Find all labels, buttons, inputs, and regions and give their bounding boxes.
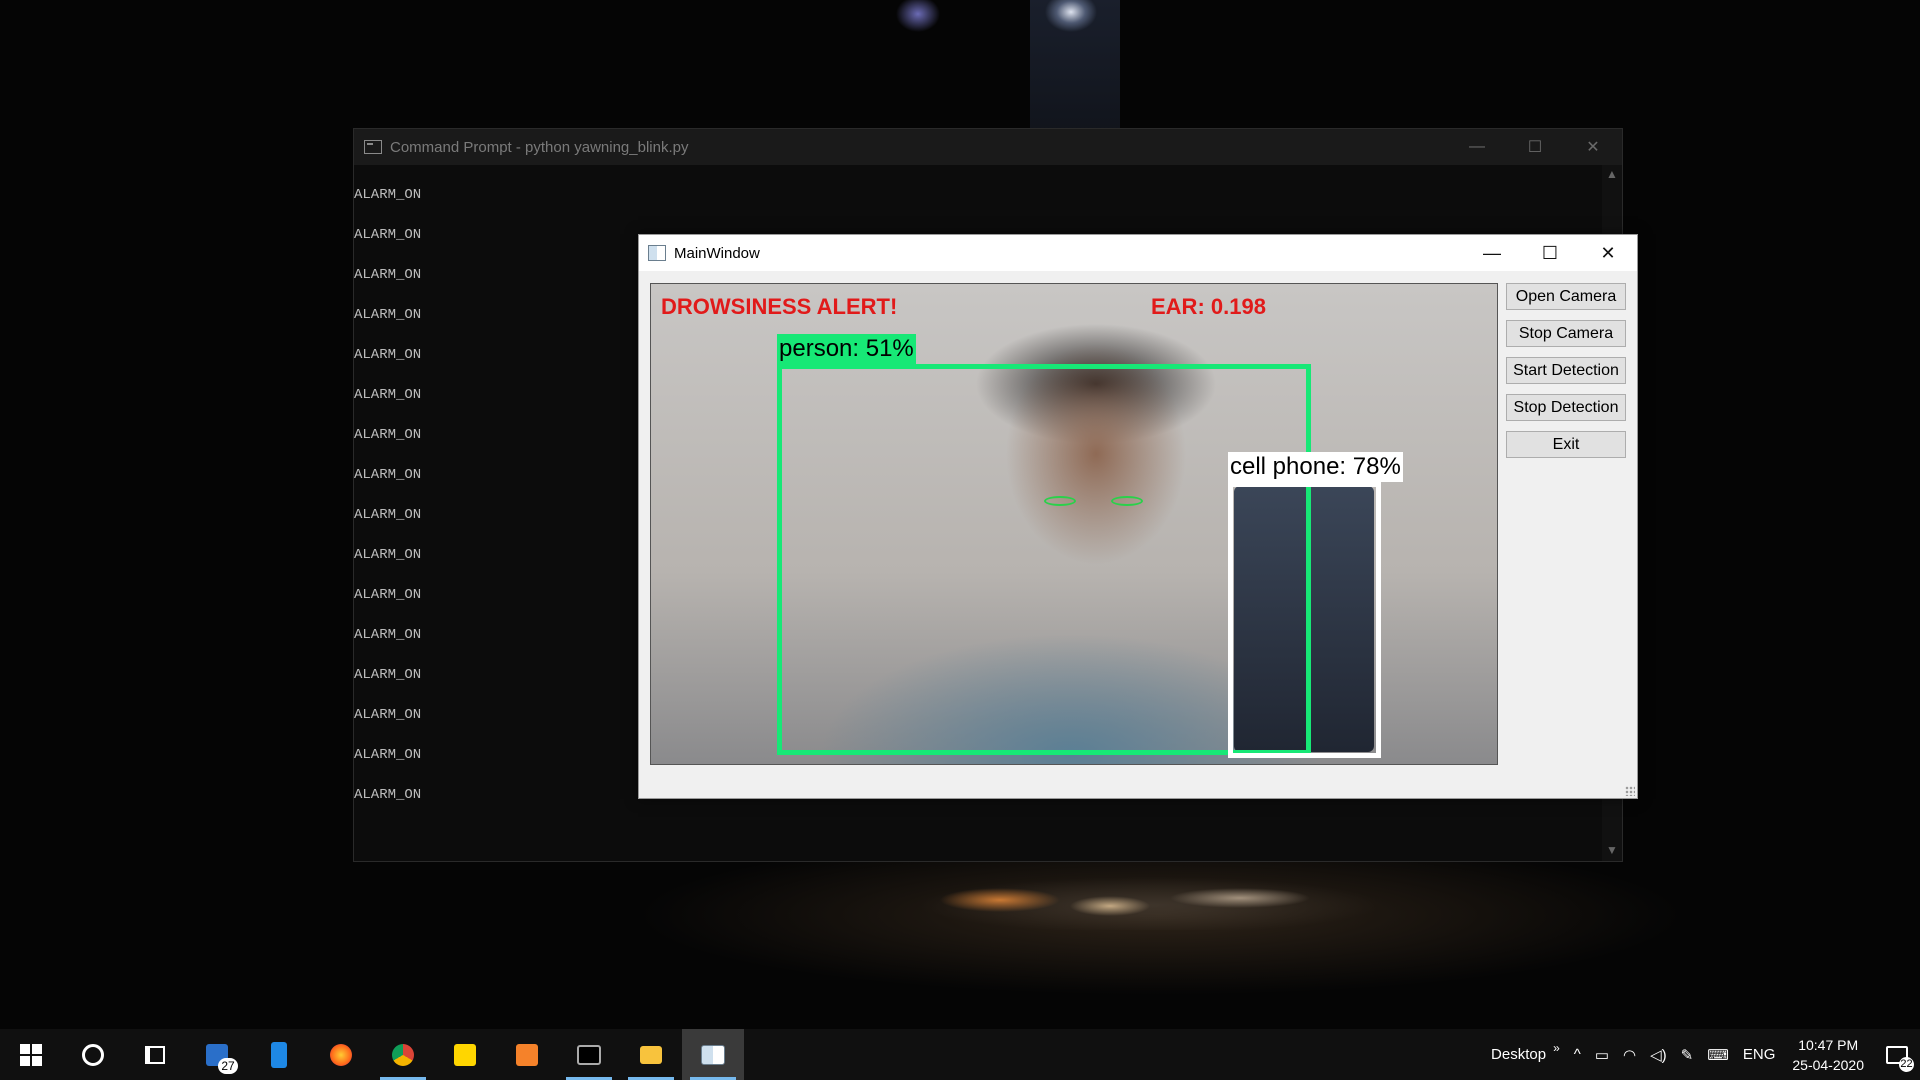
- taskbar-notepad[interactable]: [248, 1029, 310, 1080]
- cmd-titlebar[interactable]: Command Prompt - python yawning_blink.py…: [354, 129, 1622, 165]
- battery-icon[interactable]: ▭: [1588, 1046, 1616, 1064]
- main-close-button[interactable]: ✕: [1579, 243, 1637, 264]
- cmd-title: Command Prompt - python yawning_blink.py: [390, 138, 689, 156]
- taskbar-chrome[interactable]: [372, 1029, 434, 1080]
- keyboard-icon[interactable]: ⌨: [1700, 1046, 1736, 1064]
- system-tray: Desktop » ^ ▭ ◠ ◁) ✎ ⌨ ENG 10:47 PM 25-0…: [1484, 1029, 1920, 1080]
- main-minimize-button[interactable]: —: [1463, 243, 1521, 264]
- drowsiness-alert-text: DROWSINESS ALERT!: [661, 294, 898, 319]
- left-eye-contour: [1044, 496, 1076, 506]
- phone-detection-box: [1228, 482, 1381, 758]
- notepad-icon: [271, 1041, 287, 1068]
- main-window[interactable]: MainWindow — ☐ ✕ DROWSINESS ALERT! EAR: …: [638, 234, 1638, 799]
- clock-date: 25-04-2020: [1792, 1056, 1864, 1073]
- main-titlebar[interactable]: MainWindow — ☐ ✕: [639, 235, 1637, 271]
- main-maximize-button[interactable]: ☐: [1521, 243, 1579, 264]
- task-view-button[interactable]: [124, 1029, 186, 1080]
- taskbar: 27 Desktop » ^ ▭ ◠ ◁) ✎ ⌨ ENG 10:47 PM 2…: [0, 1029, 1920, 1080]
- sticky-notes-icon: [454, 1043, 476, 1066]
- phone-detection-label: cell phone: 78%: [1228, 452, 1403, 482]
- cmd-close-button[interactable]: ✕: [1564, 137, 1622, 157]
- command-prompt-icon: [577, 1044, 601, 1065]
- desktop-toolbar-label[interactable]: Desktop: [1484, 1046, 1553, 1063]
- right-eye-contour: [1111, 496, 1143, 506]
- taskbar-mainwindow[interactable]: [682, 1029, 744, 1080]
- open-camera-button[interactable]: Open Camera: [1506, 283, 1626, 310]
- app-window-icon: [701, 1044, 725, 1065]
- firefox-icon: [330, 1043, 352, 1066]
- language-indicator[interactable]: ENG: [1736, 1046, 1783, 1063]
- clock-time: 10:47 PM: [1798, 1036, 1859, 1053]
- wallpaper-desk-lights: [910, 870, 1390, 930]
- main-title: MainWindow: [674, 244, 760, 262]
- cmd-maximize-button[interactable]: ☐: [1506, 137, 1564, 157]
- pen-icon[interactable]: ✎: [1674, 1046, 1701, 1064]
- exit-button[interactable]: Exit: [1506, 431, 1626, 458]
- toolbar-chevron-icon[interactable]: »: [1553, 1041, 1567, 1055]
- control-panel: Open Camera Stop Camera Start Detection …: [1506, 283, 1628, 468]
- taskbar-sticky-notes[interactable]: [434, 1029, 496, 1080]
- stop-detection-button[interactable]: Stop Detection: [1506, 394, 1626, 421]
- terminal-icon: [364, 140, 382, 154]
- resize-grip[interactable]: [1625, 786, 1635, 796]
- person-detection-label: person: 51%: [777, 334, 916, 364]
- stop-camera-button[interactable]: Stop Camera: [1506, 320, 1626, 347]
- search-button[interactable]: [62, 1029, 124, 1080]
- taskbar-command-prompt[interactable]: [558, 1029, 620, 1080]
- clock[interactable]: 10:47 PM 25-04-2020: [1782, 1035, 1874, 1075]
- taskbar-file-explorer[interactable]: [620, 1029, 682, 1080]
- task-view-icon: [145, 1045, 165, 1064]
- show-hidden-icons-button[interactable]: ^: [1567, 1046, 1588, 1063]
- folder-icon: [640, 1045, 662, 1064]
- notification-count-badge: 22: [1899, 1057, 1914, 1072]
- cortana-icon: [82, 1043, 104, 1066]
- cmd-line: ALARM_ON: [354, 187, 422, 203]
- camera-feed: DROWSINESS ALERT! EAR: 0.198 person: 51%…: [650, 283, 1498, 765]
- taskbar-mail[interactable]: 27: [186, 1029, 248, 1080]
- volume-icon[interactable]: ◁): [1643, 1046, 1674, 1064]
- mail-badge: 27: [218, 1058, 238, 1074]
- windows-logo-icon: [20, 1043, 42, 1066]
- scroll-down-arrow-icon[interactable]: ▼: [1602, 843, 1622, 857]
- app-window-icon: [648, 245, 666, 261]
- xampp-icon: [516, 1043, 538, 1066]
- start-detection-button[interactable]: Start Detection: [1506, 357, 1626, 384]
- chrome-icon: [392, 1043, 414, 1066]
- taskbar-xampp[interactable]: [496, 1029, 558, 1080]
- wifi-icon[interactable]: ◠: [1616, 1046, 1643, 1064]
- cmd-minimize-button[interactable]: —: [1448, 138, 1506, 156]
- scroll-up-arrow-icon[interactable]: ▲: [1602, 167, 1622, 181]
- ear-value-text: EAR: 0.198: [1151, 294, 1266, 319]
- action-center-button[interactable]: 22: [1874, 1029, 1920, 1080]
- taskbar-firefox[interactable]: [310, 1029, 372, 1080]
- start-button[interactable]: [0, 1029, 62, 1080]
